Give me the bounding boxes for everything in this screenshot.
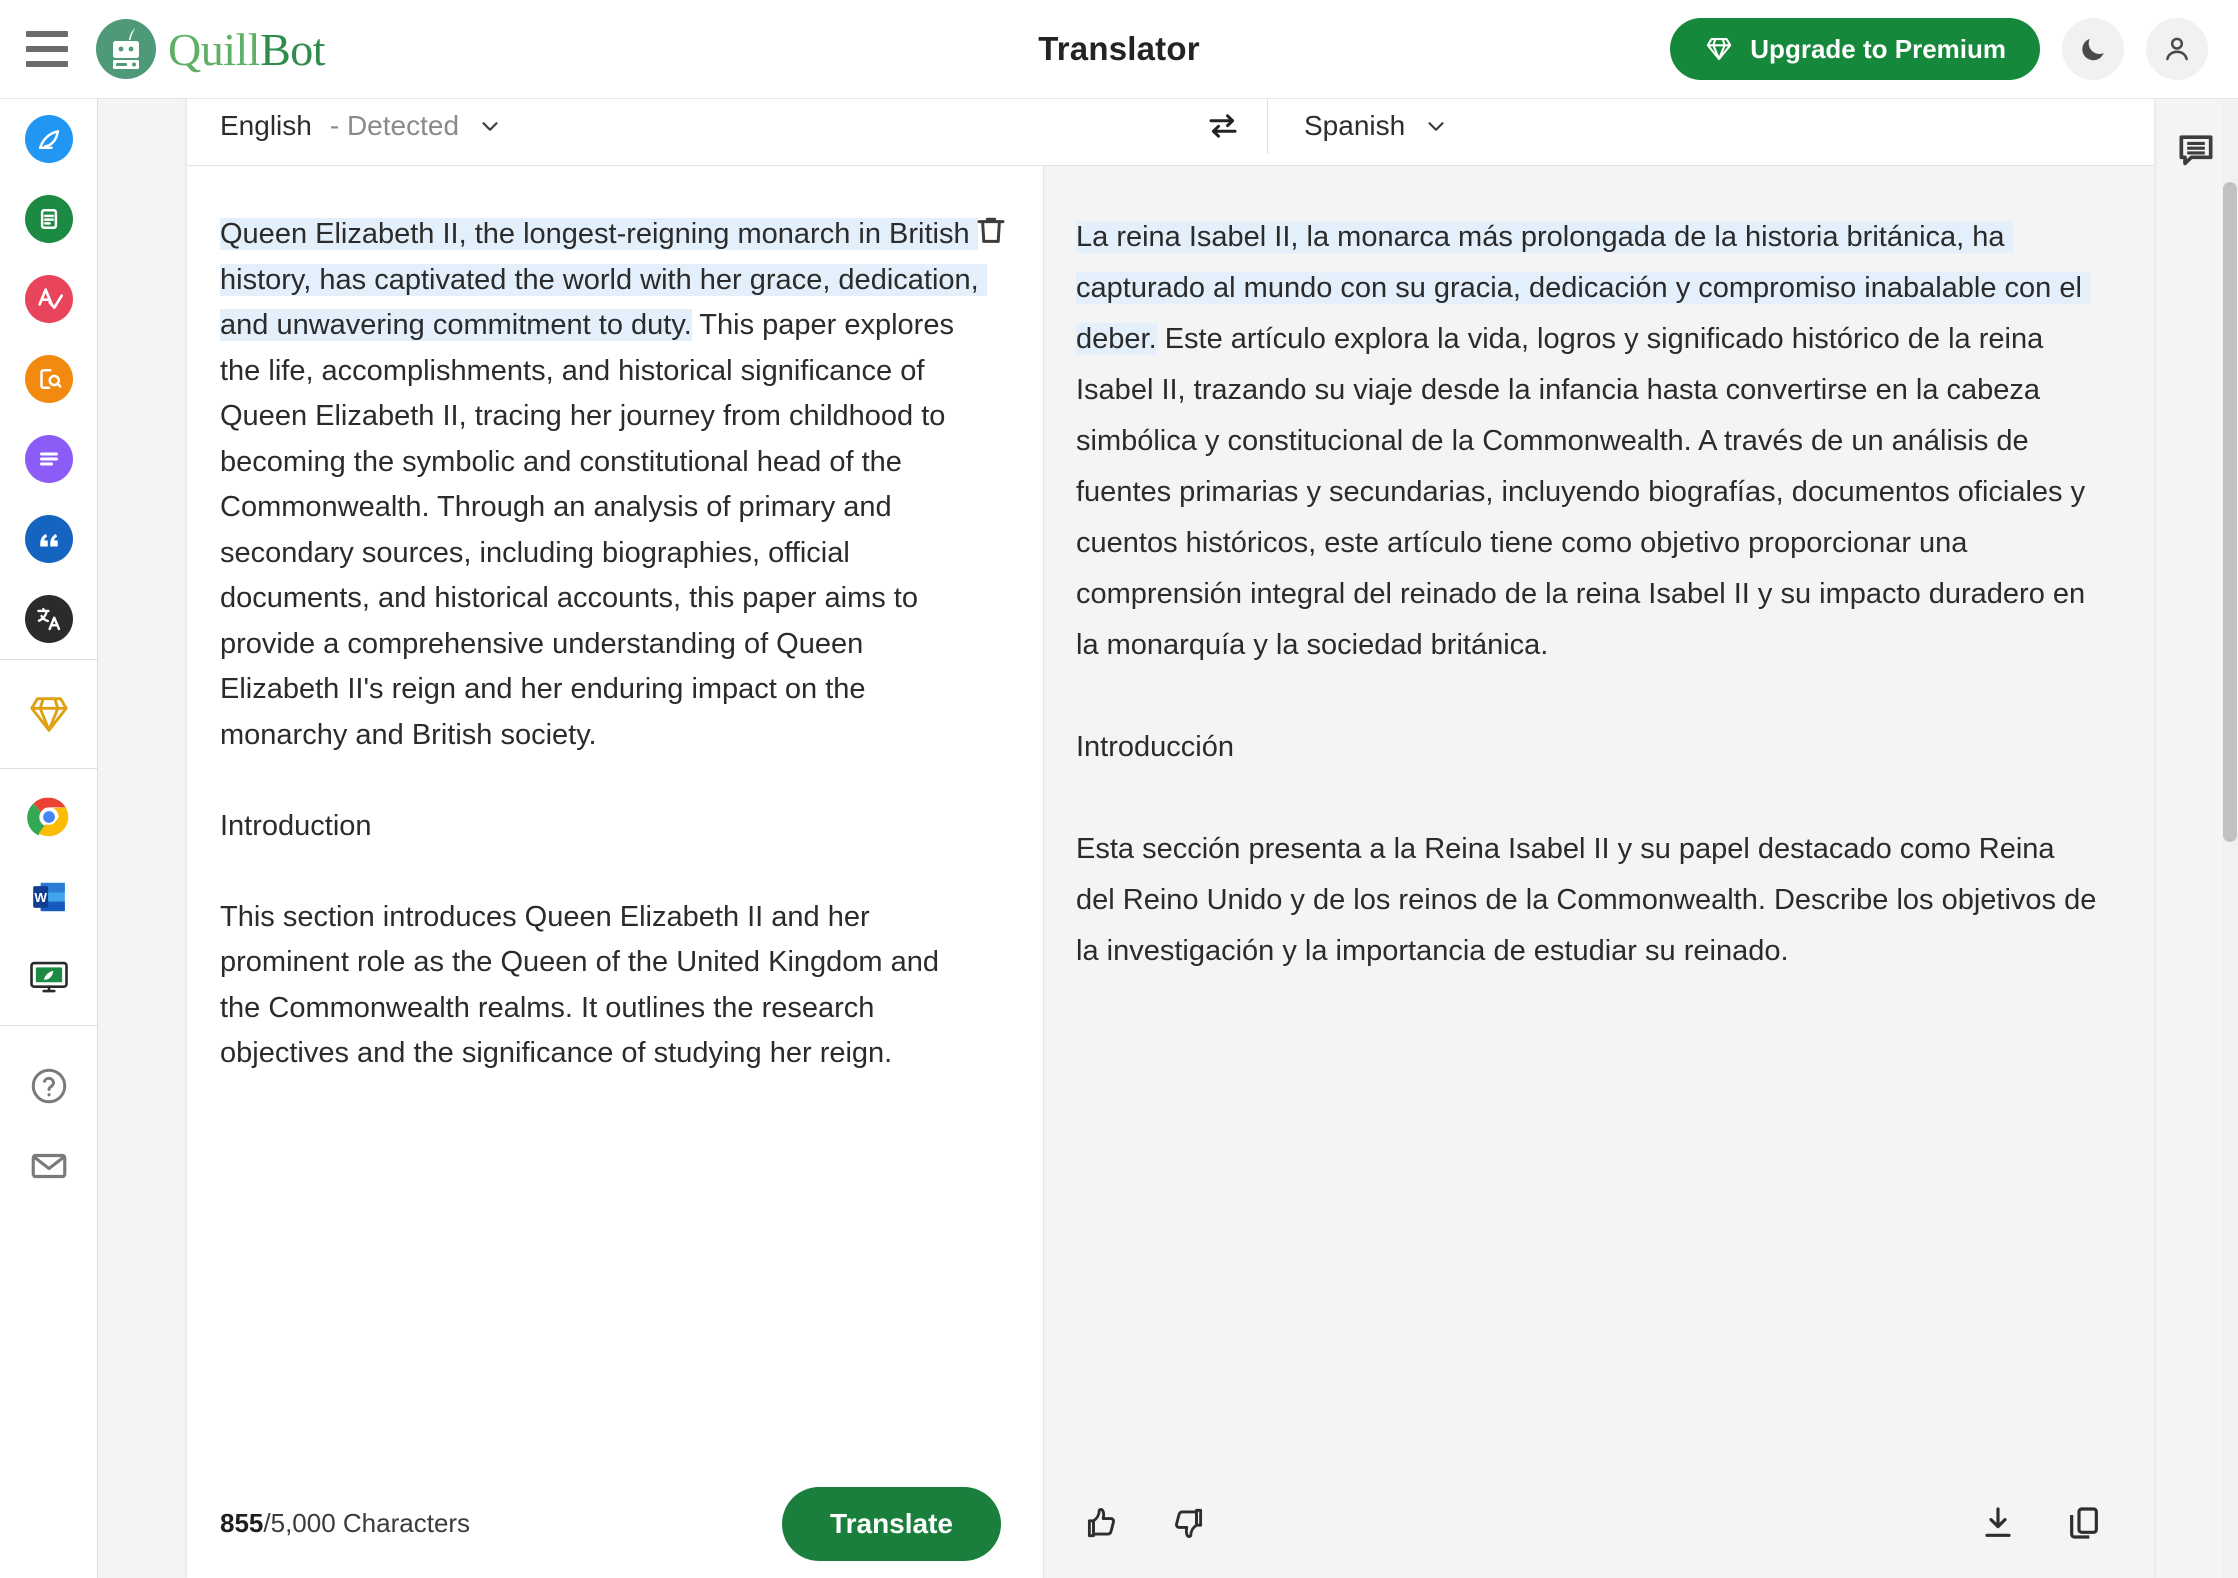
- target-pane: La reina Isabel II, la monarca más prolo…: [1044, 166, 2154, 1578]
- sidebar-group-premium: [0, 660, 97, 768]
- clear-source-button[interactable]: [969, 208, 1013, 252]
- translate-button[interactable]: Translate: [782, 1486, 1001, 1561]
- svg-text:W: W: [34, 890, 47, 905]
- source-remaining-text: This paper explores the life, accomplish…: [220, 309, 963, 751]
- target-paragraph-2: Esta sección presenta a la Reina Isabel …: [1076, 833, 2105, 968]
- microsoft-word-icon: W: [29, 877, 69, 917]
- brand-logo[interactable]: QuillBot: [96, 19, 326, 79]
- sidebar-item-ai-detector[interactable]: [0, 259, 98, 339]
- source-pane: Queen Elizabeth II, the longest-reigning…: [187, 166, 1044, 1578]
- header-actions: Upgrade to Premium: [1670, 18, 2208, 80]
- question-circle-icon: [28, 1065, 70, 1107]
- sidebar-group-support: [0, 1026, 97, 1226]
- sidebar-item-translator[interactable]: [0, 579, 98, 659]
- sidebar-item-help[interactable]: [0, 1046, 98, 1126]
- sidebar-item-chrome-extension[interactable]: [0, 777, 98, 857]
- target-language-label: Spanish: [1304, 109, 1406, 141]
- sidebar-group-tools: [0, 99, 97, 659]
- thumbs-up-button[interactable]: [1078, 1498, 1128, 1548]
- left-sidebar: W: [0, 99, 98, 1578]
- app-root: QuillBot Translator Upgrade to Premium W…: [0, 0, 2238, 1578]
- diamond-icon: [1704, 34, 1734, 64]
- translate-icon: [24, 595, 73, 643]
- account-button[interactable]: [2146, 18, 2208, 80]
- swap-arrows-icon: [1205, 108, 1241, 144]
- copy-icon: [2064, 1503, 2104, 1543]
- upgrade-to-premium-button[interactable]: Upgrade to Premium: [1670, 18, 2040, 80]
- translator-card: English - Detected Spanish Queen Elizabe…: [187, 86, 2154, 1578]
- character-count-limit: /5,000 Characters: [263, 1508, 471, 1538]
- sidebar-item-grammar-checker[interactable]: [0, 179, 98, 259]
- copy-button[interactable]: [2058, 1497, 2110, 1549]
- source-paragraph-2: This section introduces Queen Elizabeth …: [220, 900, 948, 1070]
- target-footer: [1044, 1468, 2154, 1578]
- sidebar-item-citation-generator[interactable]: [0, 499, 98, 579]
- target-text: La reina Isabel II, la monarca más prolo…: [1044, 166, 2154, 987]
- moon-icon: [2078, 34, 2108, 64]
- brand-name-part1: Quill: [168, 23, 261, 75]
- feedback-button[interactable]: [2168, 122, 2224, 178]
- brand-name: QuillBot: [168, 23, 326, 76]
- target-remaining-text: Este artículo explora la vida, logros y …: [1076, 323, 2094, 662]
- character-count-current: 855: [220, 1508, 264, 1538]
- document-search-icon: [24, 355, 73, 403]
- sidebar-item-summarizer[interactable]: [0, 419, 98, 499]
- monitor-quill-icon: [28, 956, 70, 998]
- thumbs-down-icon: [1168, 1504, 1206, 1542]
- thumbs-up-icon: [1084, 1504, 1122, 1542]
- upgrade-button-label: Upgrade to Premium: [1750, 33, 2006, 64]
- download-icon: [1978, 1503, 2018, 1543]
- download-button[interactable]: [1972, 1497, 2024, 1549]
- trash-icon: [973, 212, 1009, 248]
- right-sidebar: [2154, 86, 2238, 1578]
- sidebar-item-desktop-app[interactable]: [0, 937, 98, 1017]
- source-text-body[interactable]: Queen Elizabeth II, the longest-reigning…: [187, 166, 1043, 1468]
- translator-panes: Queen Elizabeth II, the longest-reigning…: [187, 166, 2154, 1578]
- person-icon: [2161, 33, 2193, 65]
- character-counter: 855/5,000 Characters: [220, 1508, 470, 1539]
- sidebar-item-contact[interactable]: [0, 1126, 98, 1206]
- sidebar-group-apps: W: [0, 769, 97, 1025]
- brand-name-part2: Bot: [260, 23, 326, 75]
- chevron-down-icon: [477, 113, 503, 139]
- sidebar-item-paraphraser[interactable]: [0, 99, 98, 179]
- sidebar-item-word-addin[interactable]: W: [0, 857, 98, 937]
- letter-a-check-icon: [24, 275, 73, 323]
- sidebar-item-plagiarism-checker[interactable]: [0, 339, 98, 419]
- feather-quill-icon: [24, 115, 73, 163]
- envelope-icon: [28, 1145, 70, 1187]
- source-footer: 855/5,000 Characters Translate: [187, 1468, 1043, 1578]
- source-textarea[interactable]: Queen Elizabeth II, the longest-reigning…: [187, 166, 1043, 1087]
- diamond-outline-icon: [26, 691, 72, 737]
- quillbot-robot-logo: [96, 19, 156, 79]
- dark-mode-toggle[interactable]: [2062, 18, 2124, 80]
- sidebar-item-premium[interactable]: [0, 674, 98, 754]
- target-text-body: La reina Isabel II, la monarca más prolo…: [1044, 166, 2154, 1468]
- swap-languages-button[interactable]: [1179, 108, 1267, 144]
- chrome-icon: [26, 795, 71, 839]
- document-refresh-icon: [24, 195, 73, 243]
- text-lines-icon: [24, 435, 73, 483]
- chevron-down-icon: [1423, 113, 1449, 139]
- app-header: QuillBot Translator Upgrade to Premium: [0, 0, 2238, 99]
- source-language-label: English: [220, 109, 312, 141]
- source-heading: Introduction: [220, 809, 372, 842]
- target-language-selector[interactable]: Spanish: [1268, 110, 2154, 142]
- thumbs-down-button[interactable]: [1162, 1498, 1212, 1548]
- source-language-selector[interactable]: English - Detected: [187, 110, 503, 142]
- comment-lines-icon: [2174, 128, 2218, 172]
- hamburger-icon[interactable]: [26, 26, 72, 72]
- target-heading: Introducción: [1076, 731, 1234, 764]
- swap-area: [1179, 97, 1268, 154]
- source-language-detected: - Detected: [329, 109, 460, 141]
- quotation-mark-icon: [24, 515, 73, 563]
